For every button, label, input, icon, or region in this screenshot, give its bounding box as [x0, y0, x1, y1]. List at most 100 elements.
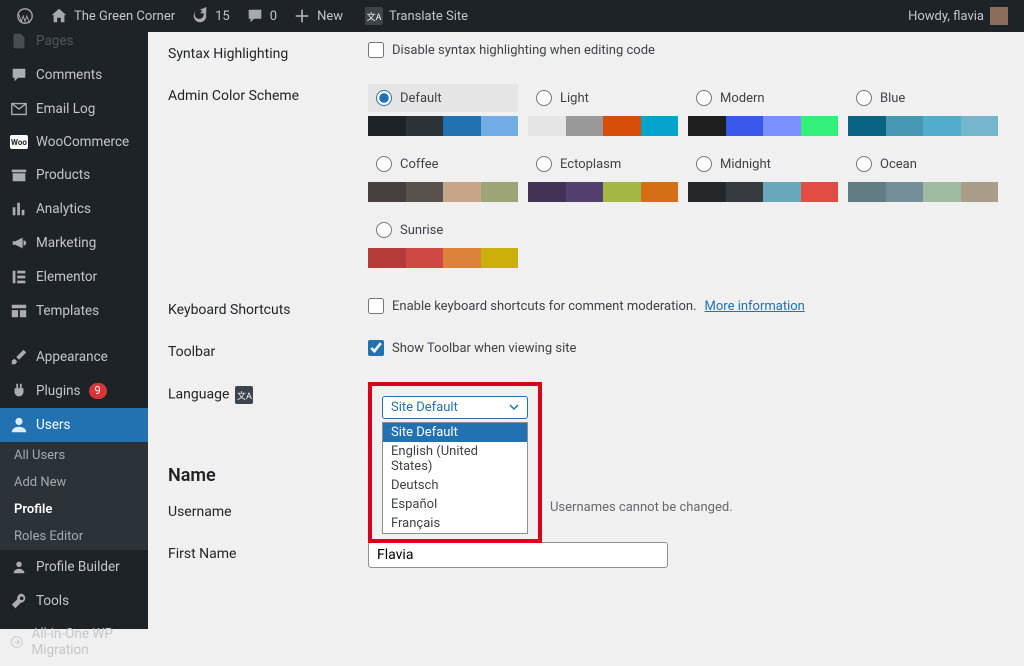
sidebar-item-templates[interactable]: Templates [0, 294, 148, 328]
users-submenu: All Users Add New Profile Roles Editor [0, 442, 148, 550]
site-name: The Green Corner [74, 9, 175, 24]
scheme-sunrise[interactable]: Sunrise [368, 216, 518, 268]
scheme-ectoplasm[interactable]: Ectoplasm [528, 150, 678, 202]
language-select[interactable]: Site Default [382, 396, 528, 419]
username-hint: Usernames cannot be changed. [550, 500, 733, 515]
firstname-label: First Name [168, 542, 368, 562]
syntax-label: Syntax Highlighting [168, 42, 368, 62]
chart-icon [10, 200, 28, 218]
comments-count: 0 [270, 9, 277, 24]
home-icon [50, 7, 68, 25]
language-option[interactable]: Deutsch [383, 476, 527, 495]
sidebar-item-plugins[interactable]: Plugins9 [0, 374, 148, 408]
keyboard-checkbox-label: Enable keyboard shortcuts for comment mo… [392, 299, 697, 314]
admin-bar: The Green Corner 15 0 New 文A Translate Si… [0, 0, 1024, 32]
keyboard-more-link[interactable]: More information [705, 299, 805, 314]
plugins-badge: 9 [89, 383, 107, 399]
sidebar-item-email-log[interactable]: Email Log [0, 92, 148, 126]
page-icon [10, 32, 28, 50]
keyboard-checkbox[interactable] [368, 298, 384, 314]
scheme-modern-radio[interactable] [696, 90, 712, 106]
megaphone-icon [10, 234, 28, 252]
scheme-blue-radio[interactable] [856, 90, 872, 106]
updates-link[interactable]: 15 [183, 0, 238, 32]
sidebar-item-tools[interactable]: Tools [0, 584, 148, 618]
elementor-icon [10, 268, 28, 286]
sidebar-item-aio-migration[interactable]: All-in-One WP Migration [0, 618, 148, 666]
scheme-light-radio[interactable] [536, 90, 552, 106]
submenu-roles-editor[interactable]: Roles Editor [0, 523, 148, 550]
brush-icon [10, 348, 28, 366]
site-name-link[interactable]: The Green Corner [42, 0, 183, 32]
wordpress-icon [16, 7, 34, 25]
sidebar-item-elementor[interactable]: Elementor [0, 260, 148, 294]
sidebar-item-analytics[interactable]: Analytics [0, 192, 148, 226]
scheme-ocean-radio[interactable] [856, 156, 872, 172]
main-content: Syntax Highlighting Disable syntax highl… [148, 32, 1024, 629]
comments-link[interactable]: 0 [238, 0, 285, 32]
scheme-light[interactable]: Light [528, 84, 678, 136]
scheme-coffee-radio[interactable] [376, 156, 392, 172]
language-label: Language文A [168, 382, 368, 404]
syntax-checkbox-label: Disable syntax highlighting when editing… [392, 43, 655, 58]
scheme-default[interactable]: Default [368, 84, 518, 136]
submenu-profile[interactable]: Profile [0, 496, 148, 523]
submenu-add-new[interactable]: Add New [0, 469, 148, 496]
howdy-text: Howdy, flavia [908, 9, 984, 24]
scheme-default-radio[interactable] [376, 90, 392, 106]
username-label: Username [168, 500, 368, 520]
sidebar-item-profile-builder[interactable]: Profile Builder [0, 550, 148, 584]
new-link[interactable]: New [285, 0, 351, 32]
scheme-coffee[interactable]: Coffee [368, 150, 518, 202]
keyboard-label: Keyboard Shortcuts [168, 298, 368, 318]
translate-icon: 文A [365, 7, 383, 25]
sidebar-item-marketing[interactable]: Marketing [0, 226, 148, 260]
toolbar-checkbox-label: Show Toolbar when viewing site [392, 341, 576, 356]
wrench-icon [10, 592, 28, 610]
syntax-checkbox[interactable] [368, 42, 384, 58]
firstname-input[interactable] [368, 542, 668, 568]
migration-icon [10, 633, 24, 651]
plus-icon [293, 7, 311, 25]
scheme-sunrise-radio[interactable] [376, 222, 392, 238]
scheme-ocean[interactable]: Ocean [848, 150, 998, 202]
user-icon [10, 416, 28, 434]
scheme-midnight[interactable]: Midnight [688, 150, 838, 202]
new-label: New [317, 9, 343, 24]
comment-icon [10, 66, 28, 84]
account-link[interactable]: Howdy, flavia [900, 0, 1016, 32]
toolbar-checkbox[interactable] [368, 340, 384, 356]
update-icon [191, 7, 209, 25]
language-option[interactable]: English (United States) [383, 442, 527, 476]
submenu-all-users[interactable]: All Users [0, 442, 148, 469]
sidebar-item-appearance[interactable]: Appearance [0, 340, 148, 374]
language-option[interactable]: Español [383, 495, 527, 514]
sidebar-item-woocommerce[interactable]: WooWooCommerce [0, 126, 148, 158]
comment-icon [246, 7, 264, 25]
wp-logo[interactable] [8, 0, 42, 32]
translate-label: Translate Site [389, 9, 468, 24]
sidebar-item-users[interactable]: Users [0, 408, 148, 442]
language-option[interactable]: Français [383, 514, 527, 533]
translate-link[interactable]: 文A Translate Site [351, 0, 476, 32]
color-scheme-label: Admin Color Scheme [168, 84, 368, 104]
scheme-midnight-radio[interactable] [696, 156, 712, 172]
scheme-modern[interactable]: Modern [688, 84, 838, 136]
archive-icon [10, 166, 28, 184]
language-highlight-box: Site Default Site Default English (Unite… [368, 382, 542, 543]
avatar [990, 7, 1008, 25]
translate-icon: 文A [235, 386, 253, 404]
language-dropdown: Site Default English (United States) Deu… [382, 422, 528, 534]
sidebar-item-products[interactable]: Products [0, 158, 148, 192]
scheme-ectoplasm-radio[interactable] [536, 156, 552, 172]
scheme-blue[interactable]: Blue [848, 84, 998, 136]
admin-sidebar: Pages Comments Email Log WooWooCommerce … [0, 32, 148, 629]
sidebar-item-comments[interactable]: Comments [0, 58, 148, 92]
plugin-icon [10, 382, 28, 400]
mail-icon [10, 100, 28, 118]
sidebar-item-pages[interactable]: Pages [0, 32, 148, 58]
language-option[interactable]: Site Default [383, 423, 527, 442]
templates-icon [10, 302, 28, 320]
profile-builder-icon [10, 558, 28, 576]
toolbar-label: Toolbar [168, 340, 368, 360]
